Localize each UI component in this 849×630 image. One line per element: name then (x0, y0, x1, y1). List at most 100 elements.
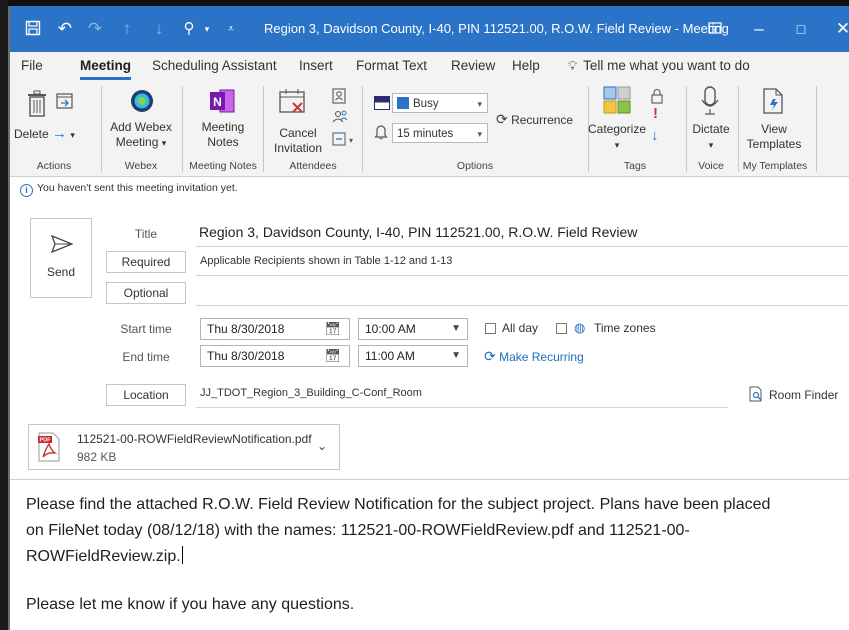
address-book-icon[interactable] (332, 88, 346, 109)
tell-me-box[interactable]: 💡︎ Tell me what you want to do (568, 52, 750, 82)
delete-icon[interactable] (26, 90, 48, 123)
required-button[interactable]: Required (106, 251, 186, 273)
title-field[interactable]: Region 3, Davidson County, I-40, PIN 112… (199, 224, 637, 240)
tab-format-text[interactable]: Format Text (356, 52, 427, 82)
save-icon[interactable] (22, 6, 44, 52)
webex-icon[interactable] (129, 88, 155, 119)
cancel-invitation-icon[interactable] (278, 88, 308, 121)
chevron-down-icon: ▾ (477, 129, 482, 139)
view-templates-icon[interactable] (762, 88, 784, 119)
tab-scheduling-assistant[interactable]: Scheduling Assistant (152, 52, 277, 82)
meeting-notes-label-1: Meeting (201, 120, 245, 134)
tab-insert[interactable]: Insert (299, 52, 333, 82)
group-attendees: Attendees (289, 160, 337, 172)
chevron-down-icon[interactable]: ⌄ (317, 439, 327, 453)
microphone-icon[interactable] (700, 86, 720, 121)
ribbon-separator (816, 86, 817, 172)
svg-text:N: N (213, 95, 222, 109)
start-date-input[interactable]: Thu 8/30/2018 📅︎ (200, 318, 350, 340)
calendar-icon[interactable]: 📅︎ (324, 346, 341, 366)
next-item-icon[interactable]: ↓ (148, 6, 170, 52)
title-bar: ↶ ↷ ↑ ↓ ⚲ ▾ ⩡ Region 3, Davidson County,… (10, 6, 849, 52)
start-time-label: Start time (120, 322, 172, 336)
forward-calendar-icon[interactable] (56, 92, 74, 115)
make-recurring-link[interactable]: ⟳ Make Recurring (484, 348, 584, 365)
meeting-notes-label-2: Notes (207, 135, 239, 149)
forward-arrow-icon: → (52, 125, 68, 142)
room-finder-button[interactable]: Room Finder (748, 386, 838, 402)
ribbon-separator (263, 86, 264, 172)
add-webex-label-1: Add Webex (110, 120, 172, 134)
start-date-value: Thu 8/30/2018 (207, 322, 285, 336)
ribbon-display-options-icon[interactable] (704, 6, 726, 52)
start-time-value: 10:00 AM (365, 322, 416, 336)
send-icon (51, 235, 73, 253)
group-meeting-notes: Meeting Notes (189, 160, 257, 172)
show-as-select[interactable]: Busy ▾ (392, 93, 488, 113)
cancel-invitation-button[interactable]: Cancel Invitation (268, 126, 328, 156)
tag-icon[interactable]: ⚲ (178, 6, 200, 52)
end-date-input[interactable]: Thu 8/30/2018 📅︎ (200, 345, 350, 367)
categorize-button[interactable]: Categorize ▾ (586, 122, 648, 153)
svg-text:▾: ▾ (349, 136, 353, 145)
high-importance-icon[interactable]: ! (653, 106, 658, 121)
minimize-icon[interactable]: – (748, 6, 770, 52)
add-webex-meeting-button[interactable]: Add Webex Meeting ▾ (109, 120, 173, 151)
message-body[interactable]: Please find the attached R.O.W. Field Re… (26, 492, 846, 570)
undo-icon[interactable]: ↶ (54, 6, 76, 52)
title-underline (196, 246, 848, 247)
tab-review[interactable]: Review (451, 52, 495, 82)
meeting-notes-button[interactable]: Meeting Notes (190, 120, 256, 150)
reminder-select[interactable]: 15 minutes ▾ (392, 123, 488, 143)
group-tags: Tags (623, 160, 647, 172)
tab-help[interactable]: Help (512, 52, 540, 82)
ribbon-separator (362, 86, 363, 172)
close-icon[interactable]: ✕ (832, 6, 849, 52)
redo-icon[interactable]: ↷ (84, 6, 106, 52)
location-field[interactable]: JJ_TDOT_Region_3_Building_C-Conf_Room (200, 387, 422, 399)
recurrence-icon: ⟳ (496, 111, 508, 127)
cancel-label-1: Cancel (279, 126, 317, 140)
optional-button[interactable]: Optional (106, 282, 186, 304)
categorize-icon[interactable] (603, 86, 631, 119)
body-line: Please find the attached R.O.W. Field Re… (26, 496, 771, 513)
end-time-select[interactable]: 11:00 AM ▼ (358, 345, 468, 367)
customize-toolbar-icon[interactable]: ⩡ (222, 6, 240, 52)
chevron-down-icon: ▼ (451, 350, 461, 361)
delete-label: Delete (14, 127, 49, 141)
location-button[interactable]: Location (106, 384, 186, 406)
info-text: You haven't sent this meeting invitation… (37, 182, 238, 194)
attachment-card[interactable]: PDF 112521-00-ROWFieldReviewNotification… (28, 424, 340, 470)
required-field[interactable]: Applicable Recipients shown in Table 1-1… (200, 255, 452, 267)
tag-dropdown-icon[interactable]: ▾ (200, 6, 214, 52)
previous-item-icon[interactable]: ↑ (116, 6, 138, 52)
dictate-button[interactable]: Dictate ▾ (688, 122, 734, 153)
categorize-label: Categorize (587, 122, 647, 136)
make-recurring-label: Make Recurring (499, 350, 584, 364)
location-underline (196, 407, 728, 408)
tab-meeting[interactable]: Meeting (80, 52, 132, 82)
delete-button[interactable]: Delete → ▾ (14, 126, 75, 143)
calendar-icon[interactable]: 📅︎ (324, 319, 341, 339)
cancel-label-2: Invitation (273, 141, 323, 155)
body-line: ROWFieldReview.zip. (26, 548, 181, 565)
onenote-icon[interactable]: N (208, 88, 236, 119)
ribbon-separator (686, 86, 687, 172)
end-time-label: End time (122, 350, 170, 364)
view-templates-button[interactable]: View Templates (740, 122, 808, 152)
delete-dropdown-icon: ▾ (70, 130, 75, 140)
maximize-icon[interactable]: □ (790, 6, 812, 52)
start-time-select[interactable]: 10:00 AM ▼ (358, 318, 468, 340)
response-options-icon[interactable]: ▾ (332, 131, 354, 152)
tab-file[interactable]: File (21, 52, 43, 82)
recurrence-button[interactable]: ⟳ Recurrence (496, 112, 573, 128)
all-day-checkbox[interactable] (485, 323, 496, 334)
check-names-icon[interactable] (332, 109, 348, 130)
lightbulb-icon: 💡︎ (568, 58, 578, 73)
body-paragraph-2[interactable]: Please let me know if you have any quest… (26, 592, 846, 618)
low-importance-icon[interactable]: ↓ (651, 128, 659, 143)
time-zones-checkbox[interactable] (556, 323, 567, 334)
pdf-badge: PDF (40, 438, 52, 444)
send-button[interactable]: Send (30, 218, 92, 298)
ribbon-separator (182, 86, 183, 172)
